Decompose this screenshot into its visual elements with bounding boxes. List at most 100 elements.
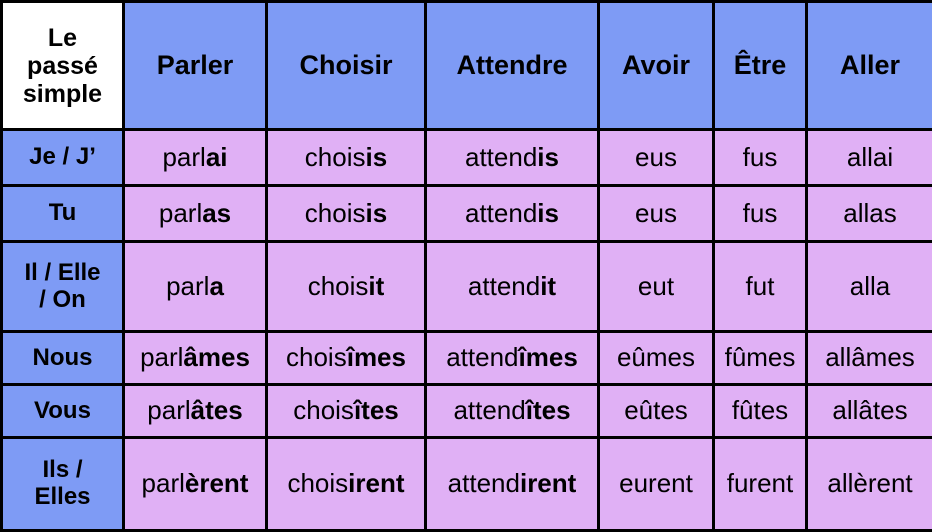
pronoun-cell: Il / Elle/ On xyxy=(2,242,124,332)
conjugation-cell: parlâtes xyxy=(124,385,267,438)
verb-header-être: Être xyxy=(714,2,807,130)
verb-stem: eurent xyxy=(619,468,693,498)
conjugation-cell: fûtes xyxy=(714,385,807,438)
verb-stem: parl xyxy=(159,198,202,228)
verb-ending: âtes xyxy=(191,395,243,425)
verb-stem: allas xyxy=(843,198,896,228)
verb-ending: is xyxy=(537,142,559,172)
table-body: LepassésimpleParlerChoisirAttendreAvoirÊ… xyxy=(2,2,932,531)
verb-ending: îmes xyxy=(519,342,578,372)
verb-stem: chois xyxy=(287,468,348,498)
conjugation-cell: attendit xyxy=(426,242,599,332)
verb-stem: alla xyxy=(850,271,890,301)
conjugation-cell: choisit xyxy=(267,242,426,332)
conjugation-cell: attendis xyxy=(426,130,599,186)
table-title-cell: Lepassésimple xyxy=(2,2,124,130)
verb-stem: attend xyxy=(465,142,537,172)
verb-stem: attend xyxy=(446,342,518,372)
verb-stem: chois xyxy=(305,142,366,172)
verb-ending: irent xyxy=(348,468,404,498)
verb-ending: ai xyxy=(206,142,228,172)
verb-stem: eûmes xyxy=(617,342,695,372)
verb-stem: parl xyxy=(140,342,183,372)
verb-ending: îtes xyxy=(526,395,571,425)
pronoun-cell: Vous xyxy=(2,385,124,438)
conjugation-cell: furent xyxy=(714,438,807,531)
verb-stem: parl xyxy=(162,142,205,172)
verb-header-avoir: Avoir xyxy=(599,2,714,130)
pronoun-label-line: Je / J’ xyxy=(29,143,96,170)
table-title-line: passé xyxy=(27,52,98,80)
table-row: Vousparlâteschoisîtesattendîteseûtesfûte… xyxy=(2,385,932,438)
conjugation-cell: eus xyxy=(599,130,714,186)
pronoun-label-line: Il / Elle xyxy=(24,259,100,286)
verb-header-parler: Parler xyxy=(124,2,267,130)
verb-stem: eut xyxy=(638,271,674,301)
conjugation-cell: attendis xyxy=(426,186,599,242)
verb-stem: chois xyxy=(293,395,354,425)
verb-stem: fûtes xyxy=(732,395,788,425)
verb-ending: as xyxy=(202,198,231,228)
conjugation-cell: fus xyxy=(714,186,807,242)
verb-ending: is xyxy=(366,198,388,228)
verb-stem: fus xyxy=(743,198,778,228)
conjugation-cell: attendîtes xyxy=(426,385,599,438)
conjugation-cell: parlèrent xyxy=(124,438,267,531)
conjugation-cell: eus xyxy=(599,186,714,242)
verb-ending: is xyxy=(537,198,559,228)
verb-stem: parl xyxy=(166,271,209,301)
verb-stem: parl xyxy=(142,468,185,498)
verb-stem: allâtes xyxy=(832,395,907,425)
passe-simple-conjugation-table: LepassésimpleParlerChoisirAttendreAvoirÊ… xyxy=(0,0,932,532)
verb-stem: fûmes xyxy=(725,342,796,372)
conjugation-cell: choisis xyxy=(267,130,426,186)
verb-stem: attend xyxy=(453,395,525,425)
conjugation-cell: eurent xyxy=(599,438,714,531)
conjugation-cell: alla xyxy=(807,242,932,332)
verb-stem: attend xyxy=(448,468,520,498)
verb-stem: eus xyxy=(635,198,677,228)
verb-ending: it xyxy=(540,271,556,301)
pronoun-label-line: Nous xyxy=(33,344,93,371)
verb-stem: fus xyxy=(743,142,778,172)
conjugation-cell: fûmes xyxy=(714,332,807,385)
verb-header-attendre: Attendre xyxy=(426,2,599,130)
verb-stem: allèrent xyxy=(827,468,912,498)
conjugation-cell: choisîmes xyxy=(267,332,426,385)
verb-ending: it xyxy=(368,271,384,301)
conjugation-cell: eut xyxy=(599,242,714,332)
table-title-line: Le xyxy=(48,24,77,52)
table-header-row: LepassésimpleParlerChoisirAttendreAvoirÊ… xyxy=(2,2,932,130)
verb-stem: eus xyxy=(635,142,677,172)
pronoun-cell: Je / J’ xyxy=(2,130,124,186)
verb-stem: fut xyxy=(746,271,775,301)
verb-ending: îtes xyxy=(354,395,399,425)
verb-stem: chois xyxy=(305,198,366,228)
conjugation-cell: choisis xyxy=(267,186,426,242)
verb-ending: irent xyxy=(520,468,576,498)
conjugation-cell: attendirent xyxy=(426,438,599,531)
table-row: Il / Elle/ Onparlachoisitattenditeutfuta… xyxy=(2,242,932,332)
verb-stem: eûtes xyxy=(624,395,688,425)
verb-ending: îmes xyxy=(347,342,406,372)
verb-ending: èrent xyxy=(185,468,249,498)
pronoun-label-line: Vous xyxy=(34,397,91,424)
conjugation-cell: allas xyxy=(807,186,932,242)
table-row: Tuparlaschoisisattendiseusfusallas xyxy=(2,186,932,242)
verb-stem: allâmes xyxy=(825,342,915,372)
table-title-line: simple xyxy=(23,80,102,108)
verb-header-choisir: Choisir xyxy=(267,2,426,130)
pronoun-cell: Tu xyxy=(2,186,124,242)
pronoun-cell: Nous xyxy=(2,332,124,385)
conjugation-cell: eûtes xyxy=(599,385,714,438)
conjugation-cell: allâtes xyxy=(807,385,932,438)
conjugation-cell: attendîmes xyxy=(426,332,599,385)
pronoun-label-line: Tu xyxy=(49,199,77,226)
verb-stem: chois xyxy=(308,271,369,301)
pronoun-cell: Ils /Elles xyxy=(2,438,124,531)
conjugation-cell: choisirent xyxy=(267,438,426,531)
verb-stem: attend xyxy=(465,198,537,228)
verb-stem: chois xyxy=(286,342,347,372)
verb-header-aller: Aller xyxy=(807,2,932,130)
table-row: Ils /Ellesparlèrentchoisirentattendirent… xyxy=(2,438,932,531)
